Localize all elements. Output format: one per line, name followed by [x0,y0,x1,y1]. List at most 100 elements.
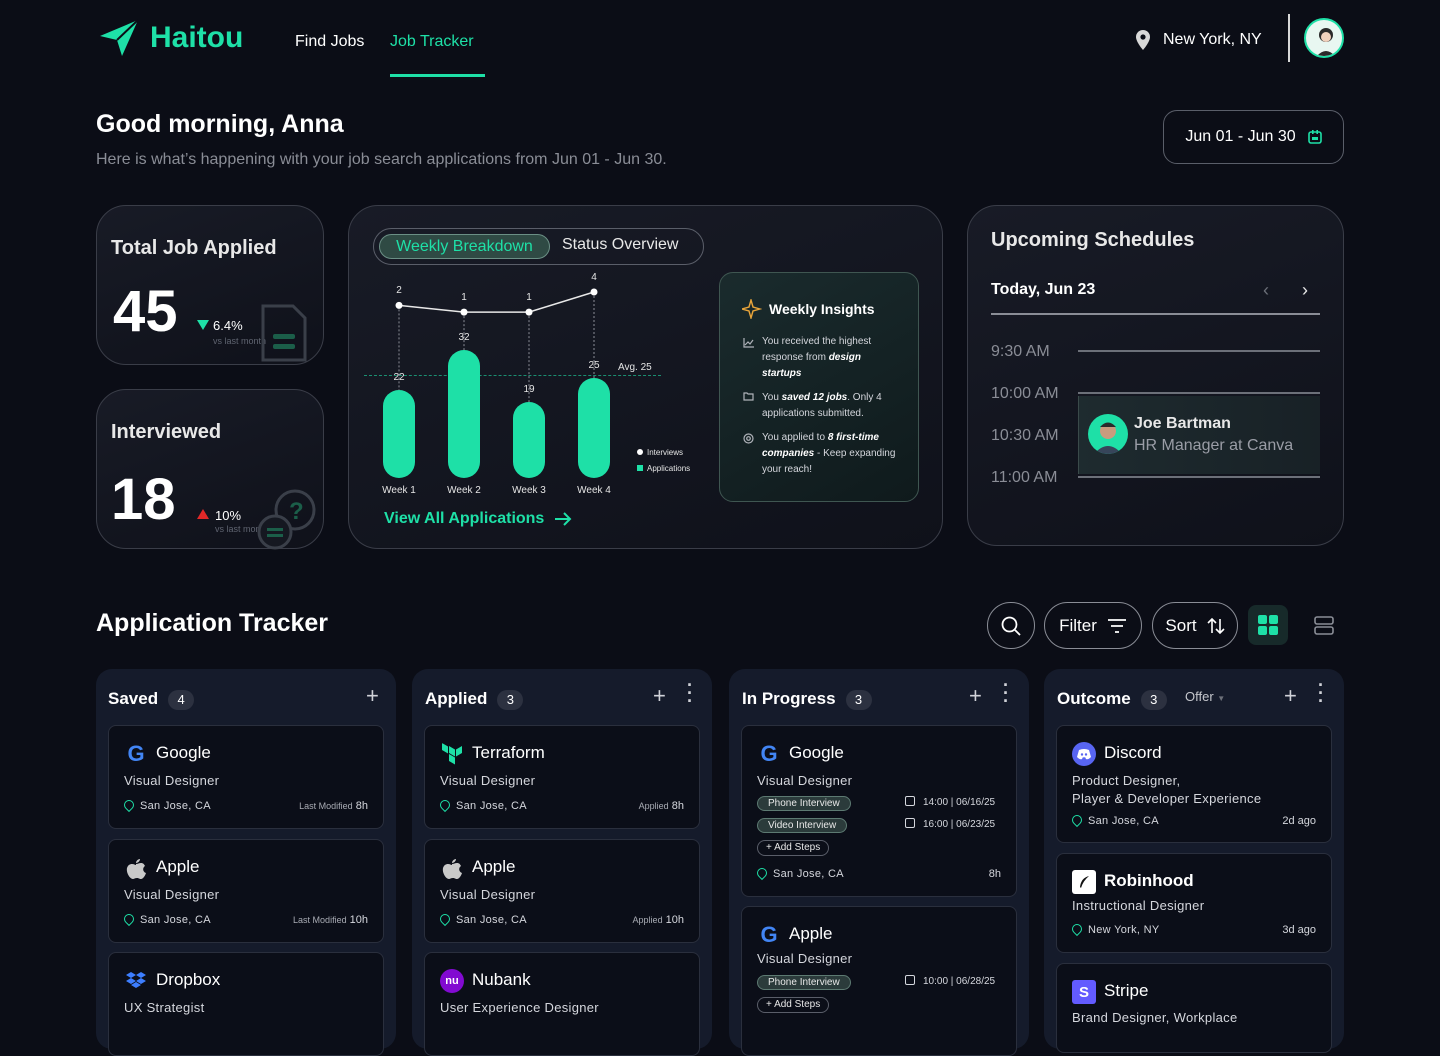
tab-status-overview[interactable]: Status Overview [562,236,678,254]
interviewed-title: Interviewed [111,421,222,443]
sort-button[interactable]: Sort [1152,602,1238,649]
application-bar [578,378,610,478]
search-icon [1001,616,1021,636]
job-card[interactable]: G Google Visual Designer Phone Interview… [741,725,1017,897]
company-name: Nubank [472,970,531,989]
nav-find-jobs[interactable]: Find Jobs [295,33,364,51]
prev-day-button[interactable]: ‹ [1263,280,1269,301]
calendar-icon [905,796,915,806]
filter-button[interactable]: Filter [1044,602,1142,649]
job-role: Visual Designer [440,887,536,902]
job-card[interactable]: Terraform Visual Designer San Jose, CA A… [424,725,700,829]
legend-applications-label: Applications [647,464,691,473]
job-card[interactable]: Dropbox UX Strategist [108,952,384,1056]
interview-value-label: 1 [461,292,467,304]
time-slot-4: 11:00 AM [991,469,1058,486]
header-divider [1288,14,1290,62]
location-pin-icon [121,911,137,927]
column-count: 3 [1140,690,1167,710]
application-value-label: 25 [588,360,600,371]
job-card[interactable]: Discord Product Designer, Player & Develo… [1056,725,1332,843]
total-applied-value: 45 [113,279,178,344]
job-card[interactable]: Apple Visual Designer San Jose, CA Last … [108,839,384,943]
date-range-label: Jun 01 - Jun 30 [1185,128,1296,145]
nav-job-tracker[interactable]: Job Tracker [390,33,474,51]
active-tab-indicator [390,74,485,77]
tracker-title: Application Tracker [96,609,329,637]
week-tick-label: Week 2 [447,485,481,496]
avatar[interactable] [1304,18,1344,58]
person-icon [1317,28,1335,56]
job-role: Visual Designer [124,887,220,902]
event-avatar [1088,414,1128,454]
add-steps-button[interactable]: + Add Steps [757,840,830,856]
step-time: 14:00 | 06/16/25 [923,797,996,808]
add-card-button[interactable]: + [969,683,982,709]
meta-value: 8h [355,800,368,812]
interviewed-value: 18 [111,467,176,532]
date-range-picker[interactable]: Jun 01 - Jun 30 [1163,110,1344,164]
column-menu-button[interactable]: · · · [1003,676,1009,710]
add-card-button[interactable]: + [366,683,379,709]
job-location-text: San Jose, CA [140,800,211,812]
add-card-button[interactable]: + [653,683,666,709]
job-card[interactable]: Robinhood Instructional Designer New Yor… [1056,853,1332,953]
column-menu-button[interactable]: · · · [1318,676,1324,710]
column-in-progress-header: In Progress 3 [742,689,872,710]
add-steps-button[interactable]: + Add Steps [757,997,830,1013]
list-view-button[interactable] [1304,605,1344,645]
step-tag[interactable]: Phone Interview [757,796,851,811]
company-name: Apple [789,924,833,943]
board-view-button[interactable] [1248,605,1288,645]
application-bar [383,390,415,478]
job-meta: Last Modified 8h [299,800,368,812]
sort-label: Sort [1165,615,1197,635]
list-icon [1314,616,1334,635]
step-tag[interactable]: Video Interview [757,818,848,833]
job-card[interactable]: G Apple Visual Designer Phone Interview … [741,906,1017,1056]
job-location: San Jose, CA [121,911,211,927]
location-pin-icon [121,797,137,813]
outcome-filter-dropdown[interactable]: Offer ▼ [1185,689,1225,704]
step-tag[interactable]: Phone Interview [757,975,851,990]
job-role: Visual Designer [757,773,853,788]
terraform-logo-icon [442,743,462,765]
greeting-subtitle: Here is what’s happening with your job s… [96,151,667,168]
column-count: 4 [168,690,195,710]
add-card-button[interactable]: + [1284,683,1297,709]
company-name: Terraform [472,743,545,762]
job-location: New York, NY [1069,921,1159,937]
trend-up-icon [197,509,209,519]
application-bar [513,402,545,478]
schedule-day: Today, Jun 23 [991,281,1096,298]
company-name: Google [156,743,211,762]
calendar-icon [1307,130,1322,144]
search-button[interactable] [987,602,1035,649]
job-location: San Jose, CA [437,911,527,927]
calendar-icon [905,975,915,985]
outcome-filter-label: Offer [1185,689,1214,704]
job-card[interactable]: S Stripe Brand Designer, Workplace [1056,963,1332,1053]
grid-icon [1258,615,1278,635]
location-pin-icon [1136,30,1150,50]
job-card[interactable]: G Google Visual Designer San Jose, CA La… [108,725,384,829]
view-all-label: View All Applications [384,510,545,527]
sparkle-icon [742,299,762,319]
logo[interactable]: Haitou [98,18,243,58]
view-all-applications-link[interactable]: View All Applications [384,510,572,528]
meta-label: Last Modified [293,915,347,925]
tab-weekly-breakdown[interactable]: Weekly Breakdown [379,234,550,259]
column-applied-header: Applied 3 [425,689,524,710]
interview-value-label: 1 [526,292,532,304]
time-line-1 [1078,350,1320,352]
brand-name: Haitou [150,21,244,54]
job-card[interactable]: nu Nubank User Experience Designer [424,952,700,1056]
location-selector[interactable]: New York, NY [1135,30,1262,50]
column-menu-button[interactable]: · · · [687,676,693,710]
column-count: 3 [497,690,524,710]
nubank-logo-icon: nu [440,969,464,993]
next-day-button[interactable]: › [1302,280,1308,301]
apple-logo-icon [126,859,146,879]
job-location: San Jose, CA [437,797,527,813]
job-card[interactable]: Apple Visual Designer San Jose, CA Appli… [424,839,700,943]
